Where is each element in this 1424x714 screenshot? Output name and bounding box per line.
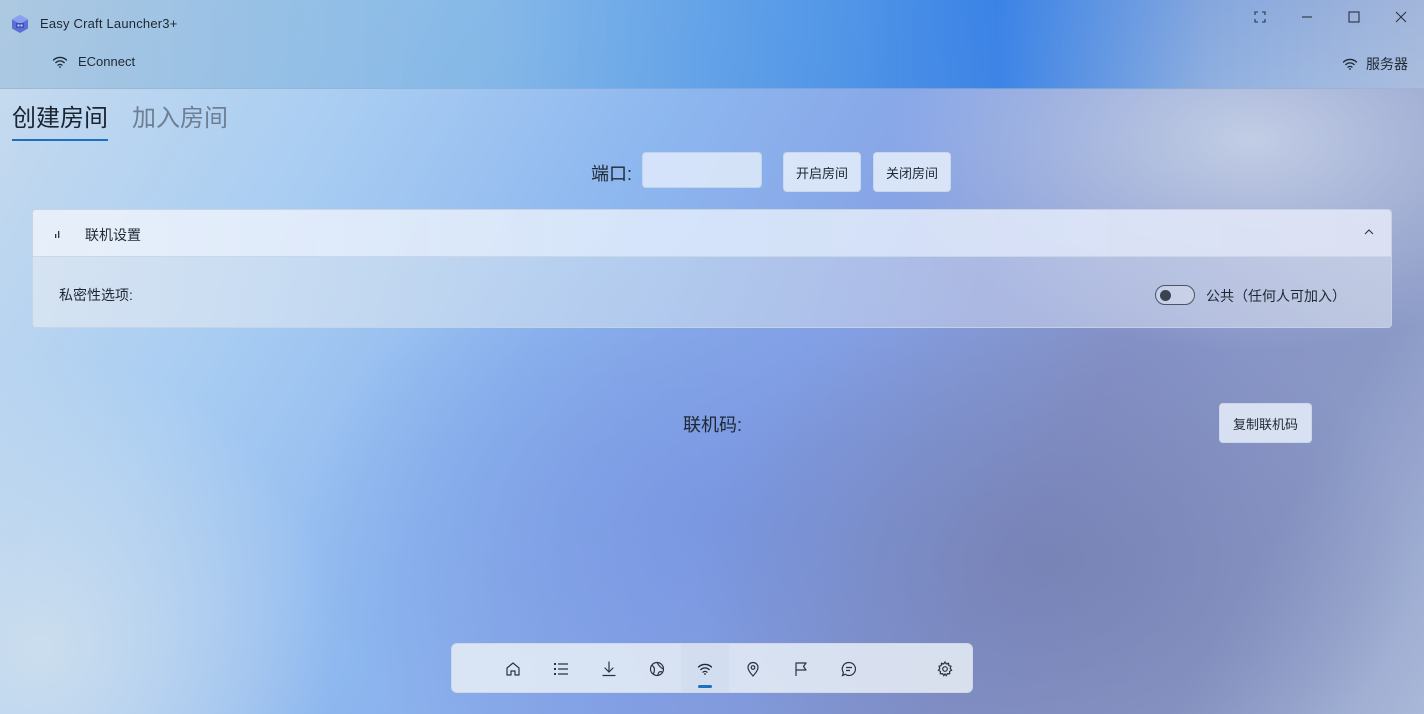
open-room-button[interactable]: 开启房间 — [783, 152, 861, 192]
list-icon — [553, 661, 569, 677]
port-label: 端口: — [591, 164, 633, 184]
online-settings-body: 私密性选项: 公共（任何人可加入） — [33, 257, 1391, 327]
online-settings-title: 联机设置 — [85, 227, 141, 243]
nav-econnect-label: EConnect — [78, 54, 136, 69]
chevron-up-icon — [1363, 226, 1375, 238]
nav-globe[interactable] — [633, 644, 681, 692]
download-icon — [601, 661, 617, 677]
wifi-icon — [697, 662, 713, 676]
close-icon[interactable] — [1381, 6, 1421, 28]
nav-econnect[interactable]: EConnect — [52, 54, 135, 69]
tab-join-room[interactable]: 加入房间 — [132, 98, 228, 141]
tab-create-room[interactable]: 创建房间 — [12, 98, 108, 141]
globe-icon — [649, 661, 665, 677]
nav-server-label: 服务器 — [1366, 56, 1408, 72]
settings-icon — [937, 661, 953, 677]
maximize-icon[interactable] — [1334, 6, 1374, 28]
nav-location[interactable] — [729, 644, 777, 692]
close-room-button[interactable]: 关闭房间 — [873, 152, 951, 192]
public-toggle[interactable] — [1155, 285, 1195, 305]
public-toggle-label: 公共（任何人可加入） — [1206, 288, 1346, 304]
signal-icon — [53, 229, 63, 239]
privacy-option-label: 私密性选项: — [59, 287, 133, 303]
location-icon — [745, 661, 761, 677]
flag-icon — [793, 661, 809, 677]
nav-home[interactable] — [489, 644, 537, 692]
nav-server[interactable]: 服务器 — [1342, 54, 1408, 74]
title-bar: Easy Craft Launcher3+ — [0, 0, 1424, 44]
minimize-icon[interactable] — [1287, 6, 1327, 28]
active-indicator — [698, 685, 712, 688]
bottom-nav-bar — [451, 643, 973, 693]
nav-chat[interactable] — [825, 644, 873, 692]
online-settings-panel: 联机设置 私密性选项: 公共（任何人可加入） — [32, 209, 1392, 328]
app-title: Easy Craft Launcher3+ — [40, 16, 178, 31]
copy-link-code-button[interactable]: 复制联机码 — [1219, 403, 1312, 443]
wifi-icon — [1342, 57, 1358, 71]
chat-icon — [841, 661, 857, 677]
room-tabs: 创建房间 加入房间 — [12, 98, 228, 141]
nav-download[interactable] — [585, 644, 633, 692]
nav-econnect-active[interactable] — [681, 644, 729, 692]
app-logo-icon — [10, 14, 30, 34]
link-code-label: 联机码: — [683, 415, 743, 435]
port-input[interactable] — [642, 152, 762, 188]
toggle-knob — [1160, 290, 1171, 301]
home-icon — [505, 661, 521, 677]
nav-settings[interactable] — [921, 644, 969, 692]
nav-list[interactable] — [537, 644, 585, 692]
nav-flag[interactable] — [777, 644, 825, 692]
fullscreen-icon[interactable] — [1240, 6, 1280, 28]
wifi-icon — [52, 55, 68, 69]
online-settings-header[interactable]: 联机设置 — [33, 210, 1391, 257]
